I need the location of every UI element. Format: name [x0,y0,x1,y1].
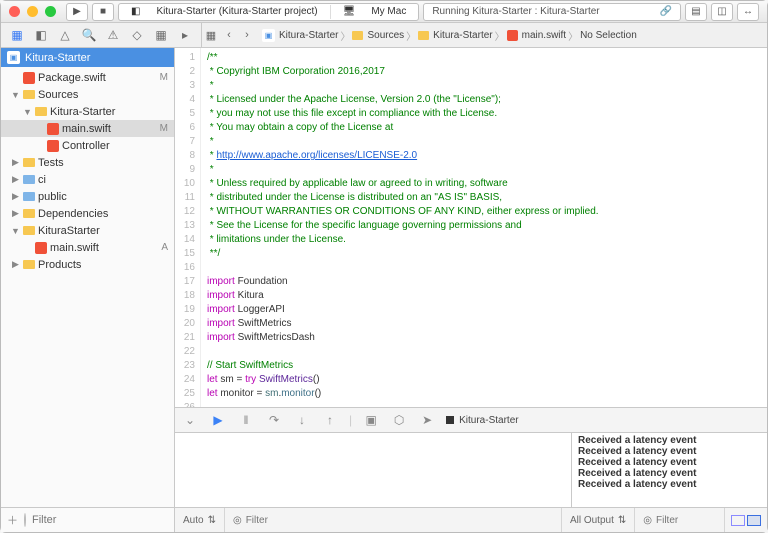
tree-label: Kitura-Starter [50,106,115,118]
tree-label: public [38,191,67,203]
nav-back[interactable]: ‹ [220,29,238,42]
swift-file-icon [47,140,59,152]
swift-file-icon [507,30,518,41]
titlebar: ▶ ■ ◧Kitura-Starter (Kitura-Starter proj… [1,1,767,23]
nav-forward[interactable]: › [238,29,256,42]
breakpoints-toggle-icon[interactable]: ▶ [209,413,227,427]
filter-icon: ◎ [643,515,652,526]
debug-navigator-tab[interactable]: ▦ [149,25,173,45]
variables-view[interactable] [175,433,572,507]
memory-graph-icon[interactable]: ⬡ [390,413,408,427]
console-output[interactable]: Received a latency eventReceived a laten… [572,433,767,507]
console-output-scope[interactable]: All Output ⇅ [562,508,635,532]
project-icon: ▣ [262,29,275,42]
folder-icon [23,260,35,269]
folder-icon [23,192,35,201]
symbol-navigator-tab[interactable]: △ [53,25,77,45]
tree-label: main.swift [50,242,99,254]
tree-row[interactable]: ▼Sources [1,86,174,103]
assistant-editor-button[interactable]: ◫ [711,3,733,21]
destination-icon: 🖥 [337,6,362,17]
folder-icon [23,90,35,99]
swift-file-icon [35,242,47,254]
tree-row[interactable]: Package.swiftM [1,69,174,86]
debug-console: Received a latency eventReceived a laten… [175,432,767,507]
find-navigator-tab[interactable]: 🔍 [77,25,101,45]
variables-filter-input[interactable] [246,515,306,526]
navigator-tab-row: ▦ ◧ △ 🔍 ⚠ ◇ ▦ ▸ ▦ ‹ › ▣Kitura-Starter〉 S… [1,23,767,48]
project-root[interactable]: ▣ Kitura-Starter [1,48,174,67]
step-out-icon[interactable]: ↑ [321,413,339,427]
tree-row[interactable]: ▶public [1,188,174,205]
swift-file-icon [47,123,59,135]
folder-icon [23,175,35,184]
folder-icon [23,226,35,235]
project-navigator: ▣ Kitura-Starter Package.swiftM▼Sources▼… [1,48,175,532]
scheme-selector[interactable]: ◧Kitura-Starter (Kitura-Starter project)… [118,3,419,21]
step-into-icon[interactable]: ↓ [293,413,311,427]
activity-status: Running Kitura-Starter : Kitura-Starter … [423,3,681,21]
navigator-filter-input[interactable] [32,514,174,526]
toggle-variables-pane[interactable] [731,515,745,526]
test-navigator-tab[interactable]: ◇ [125,25,149,45]
tree-row[interactable]: ▼Kitura-Starter [1,103,174,120]
filter-icon: ◎ [233,515,242,526]
source-editor[interactable]: 1234567891011121314151617181920212223242… [175,48,767,407]
related-items-icon[interactable]: ▦ [202,29,220,42]
folder-icon [35,107,47,116]
zoom-window[interactable] [45,6,56,17]
tree-label: Tests [38,157,64,169]
tree-label: Sources [38,89,78,101]
toggle-console-pane[interactable] [747,515,761,526]
hide-debug-area-icon[interactable]: ⌄ [181,413,199,427]
version-editor-button[interactable]: ↔ [737,3,759,21]
stop-button[interactable]: ■ [92,3,114,21]
debug-view-icon[interactable]: ▣ [362,413,380,427]
tree-label: Controller [62,140,110,152]
folder-icon [352,31,363,40]
window-controls [9,6,56,17]
tree-label: Package.swift [38,72,106,84]
debug-toolbar: ⌄ ▶ ‖ ↷ ↓ ↑ | ▣ ⬡ ➤ Kitura-Starter [175,407,767,432]
location-icon[interactable]: ➤ [418,413,436,427]
console-bottom-bar: Auto ⇅ ◎ All Output ⇅ ◎ [175,507,767,532]
tree-row[interactable]: main.swiftA [1,239,174,256]
standard-editor-button[interactable]: ▤ [685,3,707,21]
continue-icon[interactable]: ‖ [237,413,255,427]
tree-row[interactable]: Controller [1,137,174,154]
step-over-icon[interactable]: ↷ [265,413,283,427]
project-navigator-tab[interactable]: ▦ [5,25,29,45]
run-button[interactable]: ▶ [66,3,88,21]
tree-row[interactable]: ▶Products [1,256,174,273]
tree-row[interactable]: ▶ci [1,171,174,188]
link-icon: 🔗 [660,6,672,17]
navigator-filter-bar: ＋ ▦ [1,507,174,532]
close-window[interactable] [9,6,20,17]
folder-icon [23,158,35,167]
recent-filter-icon[interactable] [24,513,26,527]
tree-label: Dependencies [38,208,108,220]
add-button[interactable]: ＋ [7,512,18,528]
folder-icon [418,31,429,40]
tree-row[interactable]: main.swiftM [1,120,174,137]
console-filter-input[interactable] [656,515,716,526]
folder-icon [23,209,35,218]
minimize-window[interactable] [27,6,38,17]
xcode-scheme-icon: ◧ [125,6,146,17]
jump-bar[interactable]: ▣Kitura-Starter〉 Sources〉 Kitura-Starter… [256,28,767,43]
tree-label: KituraStarter [38,225,100,237]
swift-file-icon [23,72,35,84]
tree-label: Products [38,259,81,271]
tree-row[interactable]: ▶Tests [1,154,174,171]
project-icon: ▣ [7,51,20,64]
issue-navigator-tab[interactable]: ⚠ [101,25,125,45]
tree-label: ci [38,174,46,186]
tree-row[interactable]: ▼KituraStarter [1,222,174,239]
tree-row[interactable]: ▶Dependencies [1,205,174,222]
tree-label: main.swift [62,123,111,135]
variables-filter-scope[interactable]: Auto ⇅ [175,508,225,532]
breakpoint-navigator-tab[interactable]: ▸ [173,25,197,45]
source-control-navigator-tab[interactable]: ◧ [29,25,53,45]
